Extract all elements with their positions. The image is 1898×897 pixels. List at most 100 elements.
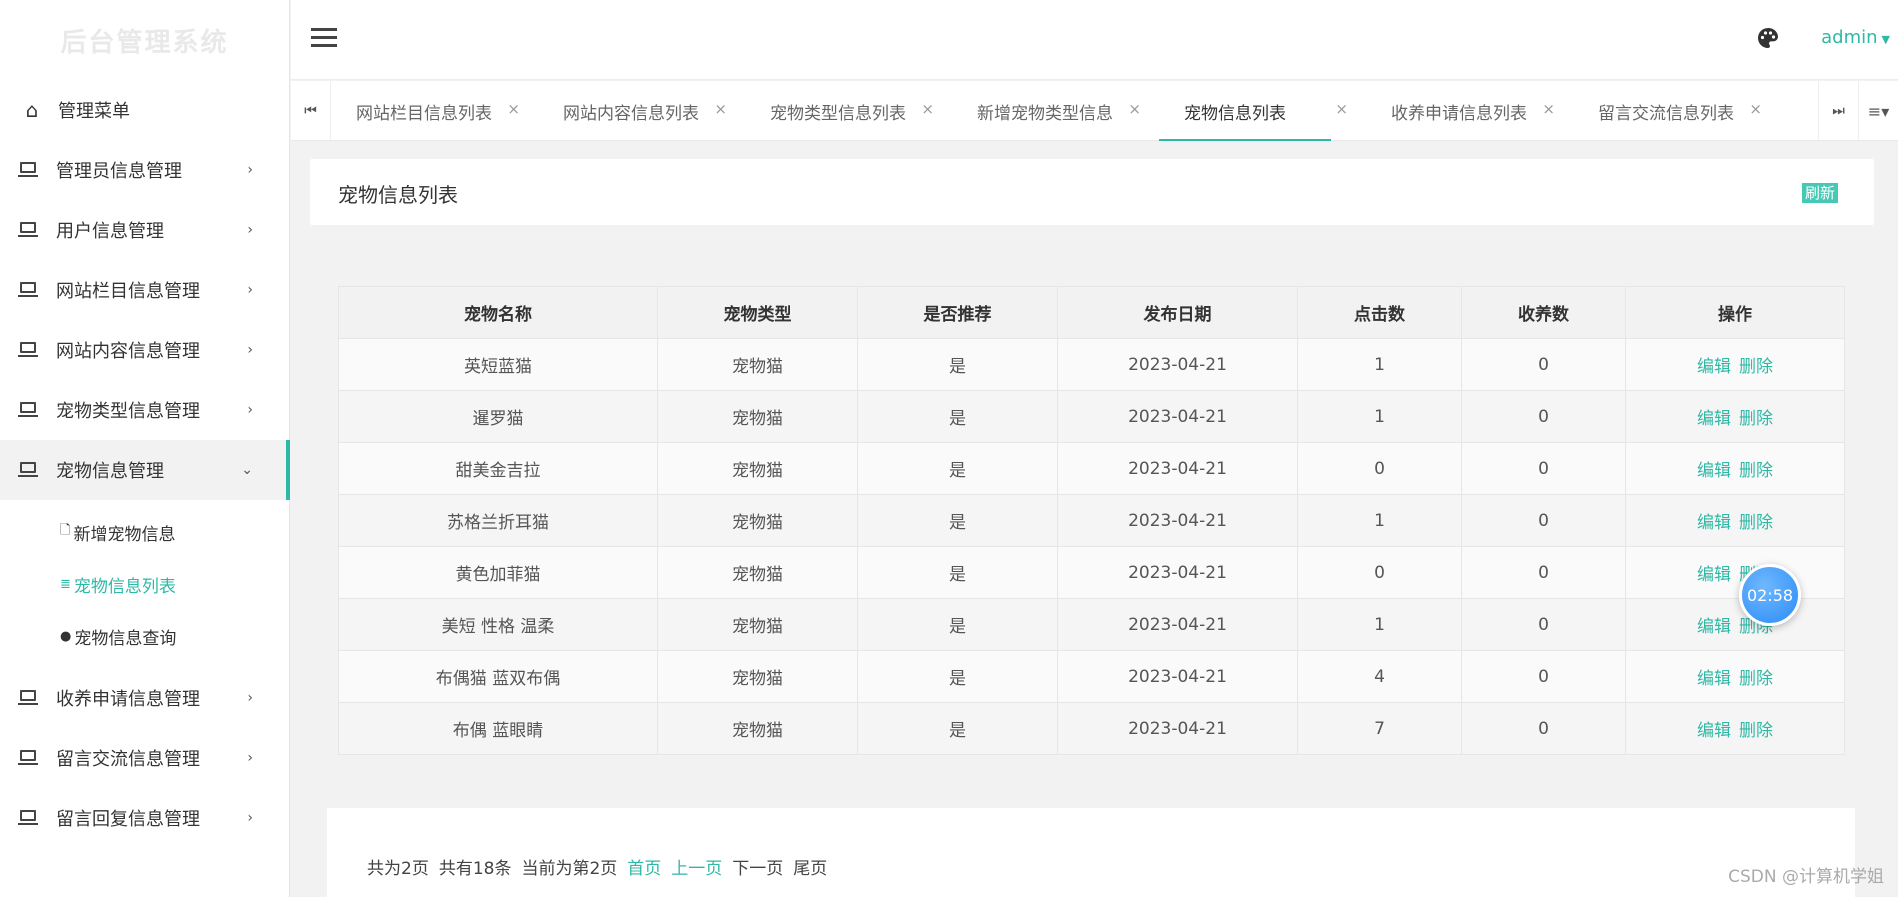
pager-first-link[interactable]: 首页 [627, 854, 661, 879]
cell-pet-type: 宠物猫 [657, 494, 858, 547]
cell-adoptions: 0 [1461, 598, 1626, 651]
pager-prev-link[interactable]: 上一页 [671, 854, 722, 879]
sidebar-item-adoption[interactable]: 收养申请信息管理 › [0, 668, 289, 728]
laptop-icon [18, 162, 38, 178]
sidebar-item-label: 管理员信息管理 [56, 161, 182, 182]
sidebar-item-users[interactable]: 用户信息管理 › [0, 200, 289, 260]
tab-column-list[interactable]: 网站栏目信息列表 × [331, 81, 538, 141]
close-icon[interactable]: × [1335, 100, 1348, 118]
tab-adoption-list[interactable]: 收养申请信息列表 × [1366, 81, 1573, 141]
caret-down-icon: ▼ [1881, 33, 1890, 46]
close-icon[interactable]: × [1542, 100, 1555, 118]
edit-link[interactable]: 编辑 [1697, 409, 1731, 429]
cell-pet-name: 布偶 蓝眼睛 [338, 702, 658, 755]
cell-date: 2023-04-21 [1057, 702, 1298, 755]
cell-pet-type: 宠物猫 [657, 702, 858, 755]
sidebar-item-admin[interactable]: 管理员信息管理 › [0, 140, 289, 200]
delete-link[interactable]: 删除 [1739, 721, 1773, 741]
menu-header[interactable]: ⌂ 管理菜单 [0, 80, 289, 140]
cell-actions: 编辑删除 [1625, 338, 1845, 391]
page-title: 宠物信息列表 [338, 183, 458, 207]
tab-scroll-left-icon[interactable]: ⏮ [291, 81, 331, 141]
tab-add-pet-type[interactable]: 新增宠物类型信息 × [952, 81, 1159, 141]
edit-link[interactable]: 编辑 [1697, 461, 1731, 481]
edit-link[interactable]: 编辑 [1697, 357, 1731, 377]
edit-link[interactable]: 编辑 [1697, 617, 1731, 637]
edit-link[interactable]: 编辑 [1697, 669, 1731, 689]
submenu-item-pet-list[interactable]: ≣ 宠物信息列表 [0, 558, 289, 610]
cell-pet-type: 宠物猫 [657, 650, 858, 703]
pagination-card: 共为2页 共有18条 当前为第2页 首页 上一页 下一页 尾页 [327, 808, 1855, 897]
chevron-right-icon: › [247, 810, 253, 826]
hamburger-menu-icon[interactable] [311, 28, 337, 48]
delete-link[interactable]: 删除 [1739, 461, 1773, 481]
cell-date: 2023-04-21 [1057, 598, 1298, 651]
cell-pet-name: 英短蓝猫 [338, 338, 658, 391]
sidebar-item-content[interactable]: 网站内容信息管理 › [0, 320, 289, 380]
cell-date: 2023-04-21 [1057, 390, 1298, 443]
cell-pet-name: 暹罗猫 [338, 390, 658, 443]
delete-link[interactable]: 删除 [1739, 513, 1773, 533]
tab-pet-type-list[interactable]: 宠物类型信息列表 × [745, 81, 952, 141]
table-row: 英短蓝猫 宠物猫 是 2023-04-21 1 0 编辑 删除 [338, 338, 1845, 391]
cell-clicks: 1 [1297, 390, 1462, 443]
sidebar-item-label: 宠物信息管理 [56, 461, 164, 482]
column-header: 宠物类型 [657, 286, 858, 339]
cell-actions: 编辑删除 [1625, 546, 1845, 599]
sidebar-item-pets[interactable]: 宠物信息管理 ⌄ [0, 440, 290, 500]
sidebar-item-pet-types[interactable]: 宠物类型信息管理 › [0, 380, 289, 440]
list-icon: ≣ [60, 576, 71, 592]
cell-pet-name: 甜美金吉拉 [338, 442, 658, 495]
close-icon[interactable]: × [1128, 100, 1141, 118]
refresh-button[interactable]: 刷新 [1801, 183, 1838, 203]
top-header: admin ▼ [291, 0, 1898, 80]
close-icon[interactable]: × [714, 100, 727, 118]
submenu-item-label: 新增宠物信息 [73, 524, 176, 545]
close-icon[interactable]: × [1749, 100, 1762, 118]
submenu-item-add-pet[interactable]: 🗋 新增宠物信息 [0, 506, 289, 558]
laptop-icon [18, 342, 38, 358]
user-menu[interactable]: admin ▼ [1821, 27, 1890, 48]
close-icon[interactable]: × [921, 100, 934, 118]
cell-adoptions: 0 [1461, 390, 1626, 443]
sidebar-item-label: 网站内容信息管理 [56, 341, 200, 362]
sidebar-item-replies[interactable]: 留言回复信息管理 › [0, 788, 289, 848]
cell-pet-type: 宠物猫 [657, 390, 858, 443]
tab-content-list[interactable]: 网站内容信息列表 × [538, 81, 745, 141]
cell-date: 2023-04-21 [1057, 494, 1298, 547]
tab-message-list[interactable]: 留言交流信息列表 × [1573, 81, 1780, 141]
sidebar-item-messages[interactable]: 留言交流信息管理 › [0, 728, 289, 788]
delete-link[interactable]: 删除 [1739, 409, 1773, 429]
pager-current-page: 当前为第2页 [521, 859, 618, 879]
cell-adoptions: 0 [1461, 338, 1626, 391]
close-icon[interactable]: × [507, 100, 520, 118]
tab-menu-icon[interactable]: ≡▾ [1858, 81, 1898, 141]
cell-recommended: 是 [857, 494, 1058, 547]
cell-pet-name: 黄色加菲猫 [338, 546, 658, 599]
pager-next-link[interactable]: 下一页 [732, 854, 783, 879]
cell-adoptions: 0 [1461, 650, 1626, 703]
tab-scroll-right-icon[interactable]: ⏭ [1818, 81, 1858, 141]
table-header-row: 宠物名称 宠物类型 是否推荐 发布日期 点击数 收养数 操作 [338, 286, 1845, 339]
table-row: 美短 性格 温柔 宠物猫 是 2023-04-21 1 0 编辑 删除 [338, 598, 1845, 651]
delete-link[interactable]: 删除 [1739, 357, 1773, 377]
watermark: CSDN @计算机学姐 [1728, 867, 1884, 887]
edit-link[interactable]: 编辑 [1697, 513, 1731, 533]
tab-pet-list[interactable]: 宠物信息列表 × [1159, 81, 1366, 141]
cell-clicks: 0 [1297, 546, 1462, 599]
chevron-down-icon: ⌄ [241, 462, 253, 478]
delete-link[interactable]: 删除 [1739, 669, 1773, 689]
menu-header-label: 管理菜单 [58, 101, 130, 122]
submenu-item-label: 宠物信息列表 [73, 576, 176, 597]
table-row: 暹罗猫 宠物猫 是 2023-04-21 1 0 编辑 删除 [338, 390, 1845, 443]
edit-link[interactable]: 编辑 [1697, 721, 1731, 741]
submenu-item-pet-search[interactable]: ● 宠物信息查询 [0, 610, 289, 662]
palette-icon[interactable] [1756, 26, 1780, 50]
pager-last-link[interactable]: 尾页 [793, 854, 827, 879]
cell-adoptions: 0 [1461, 494, 1626, 547]
edit-link[interactable]: 编辑 [1697, 565, 1731, 585]
floating-timer-badge[interactable]: 02:58 [1739, 564, 1801, 626]
tab-label: 新增宠物类型信息 [977, 103, 1113, 124]
sidebar-item-columns[interactable]: 网站栏目信息管理 › [0, 260, 289, 320]
tab-label: 宠物信息列表 [1184, 103, 1286, 124]
